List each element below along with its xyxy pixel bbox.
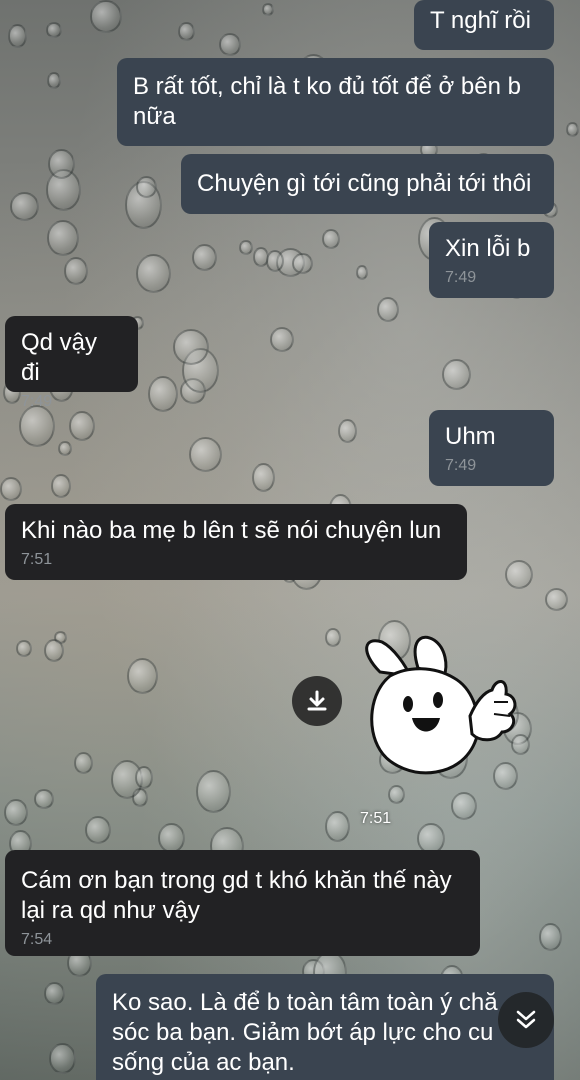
raindrop: [173, 329, 209, 365]
raindrop: [44, 982, 65, 1005]
message-bubble-outgoing[interactable]: Chuyện gì tới cũng phải tới thôi: [181, 154, 554, 214]
raindrop: [47, 72, 61, 89]
raindrop: [10, 192, 39, 221]
message-bubble-outgoing[interactable]: Xin lỗi b 7:49: [429, 222, 554, 298]
raindrop: [85, 816, 111, 844]
raindrop: [325, 628, 341, 647]
message-text: B rất tốt, chỉ là t ko đủ tốt để ở bên b…: [133, 73, 521, 130]
raindrop: [148, 376, 178, 412]
raindrop: [292, 253, 313, 274]
scroll-to-bottom-button[interactable]: [498, 992, 554, 1048]
double-chevron-down-icon: [516, 1010, 536, 1029]
message-text: Cám ơn bạn trong gd t khó khăn thế này l…: [21, 867, 452, 924]
message-text: Ko sao. Là để b toàn tâm toàn ý chă sóc …: [112, 989, 498, 1076]
raindrop: [270, 327, 294, 352]
raindrop: [192, 244, 217, 271]
download-icon: [307, 690, 327, 711]
raindrop: [34, 789, 54, 809]
raindrop: [64, 257, 88, 285]
raindrop: [158, 823, 185, 853]
raindrop: [44, 639, 64, 662]
raindrop: [178, 22, 195, 41]
raindrop: [356, 265, 368, 280]
raindrop: [48, 149, 75, 179]
raindrop: [135, 766, 153, 789]
raindrop: [16, 640, 32, 657]
raindrop: [442, 359, 471, 390]
message-bubble-outgoing[interactable]: Uhm 7:49: [429, 410, 554, 486]
message-time: 7:54: [21, 931, 53, 948]
message-time: 7:49: [445, 457, 477, 474]
raindrop: [189, 437, 222, 472]
raindrop: [8, 24, 27, 48]
raindrop: [4, 799, 28, 826]
message-text: Khi nào ba mẹ b lên t sẽ nói chuyện lun: [21, 517, 442, 544]
raindrop: [545, 588, 568, 611]
raindrop: [58, 441, 72, 456]
raindrop: [252, 463, 275, 492]
message-time: 7:49: [445, 269, 477, 286]
download-button[interactable]: [292, 676, 342, 726]
message-bubble-incoming[interactable]: Khi nào ba mẹ b lên t sẽ nói chuyện lun …: [5, 504, 467, 580]
message-text: Uhm: [445, 423, 496, 450]
raindrop: [266, 250, 284, 272]
raindrop: [47, 220, 79, 256]
message-bubble-outgoing[interactable]: Ko sao. Là để b toàn tâm toàn ý chă sóc …: [96, 974, 554, 1080]
message-text: Qd vậy đi: [21, 329, 104, 386]
raindrop: [127, 658, 158, 694]
raindrop: [46, 22, 62, 38]
message-bubble-outgoing[interactable]: T nghĩ rồi: [414, 0, 554, 50]
raindrop: [505, 560, 533, 589]
raindrop: [322, 229, 340, 249]
raindrop: [239, 240, 253, 255]
thumbs-up-bunny-sticker[interactable]: [360, 632, 520, 780]
raindrop: [338, 419, 357, 443]
message-text: Chuyện gì tới cũng phải tới thôi: [197, 170, 532, 197]
raindrop: [136, 176, 157, 198]
raindrop: [90, 0, 122, 33]
raindrop: [0, 477, 22, 501]
raindrop: [51, 474, 71, 498]
raindrop: [136, 254, 171, 293]
raindrop: [539, 923, 562, 951]
raindrop: [377, 297, 399, 322]
raindrop: [325, 811, 350, 842]
raindrop: [196, 770, 231, 813]
message-text: Xin lỗi b: [445, 235, 531, 262]
message-bubble-incoming[interactable]: Qd vậy đi 7:49: [5, 316, 138, 410]
message-time: 7:51: [21, 551, 53, 568]
raindrop: [388, 785, 405, 804]
raindrop: [69, 411, 95, 441]
message-bubble-outgoing[interactable]: B rất tốt, chỉ là t ko đủ tốt để ở bên b…: [117, 58, 554, 146]
raindrop: [566, 122, 579, 137]
message-text: T nghĩ rồi: [430, 7, 531, 34]
message-time: 7:49: [21, 393, 53, 410]
raindrop: [49, 1043, 76, 1074]
raindrop: [219, 33, 241, 56]
raindrop: [74, 752, 93, 774]
raindrop: [451, 792, 477, 820]
message-bubble-incoming[interactable]: Cám ơn bạn trong gd t khó khăn thế này l…: [5, 850, 480, 956]
sticker-time: 7:51: [360, 810, 392, 827]
raindrop: [262, 3, 274, 16]
